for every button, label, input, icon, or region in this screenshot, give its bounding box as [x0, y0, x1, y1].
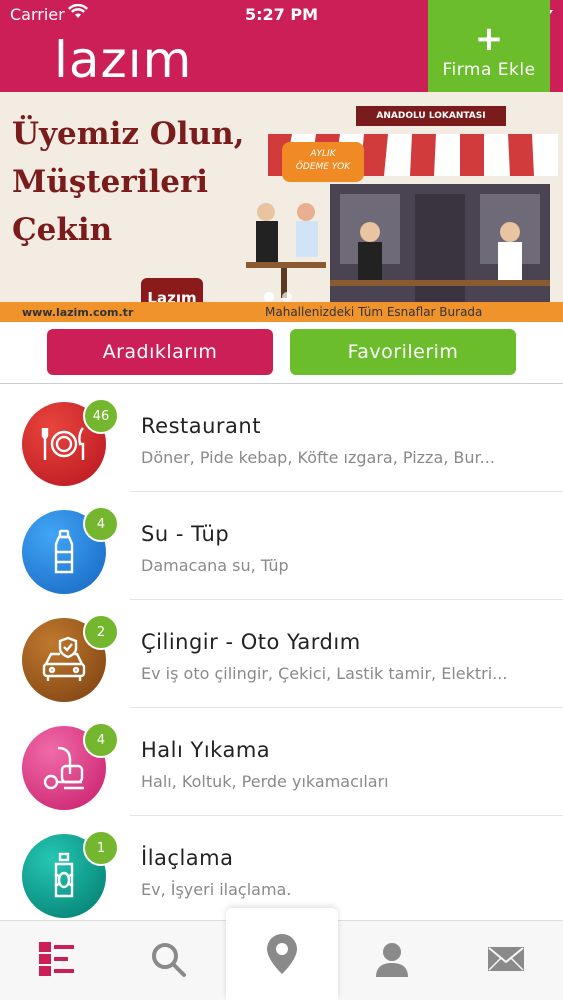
count-badge: 46 — [83, 398, 119, 434]
category-subtitle: Döner, Pide kebap, Köfte ızgara, Pizza, … — [141, 448, 495, 467]
mail-icon — [488, 947, 524, 971]
storefront-illustration — [330, 184, 550, 302]
spray-bug-icon — [54, 852, 74, 898]
car-shield-icon — [42, 636, 86, 681]
list-item[interactable]: 2 Çilingir - Oto Yardım Ev iş oto çiling… — [0, 600, 563, 708]
category-subtitle: Halı, Koltuk, Perde yıkamacıları — [141, 772, 389, 791]
list-item[interactable]: 46 Restaurant Döner, Pide kebap, Köfte ı… — [0, 384, 563, 492]
location-pin-icon — [267, 934, 297, 974]
favorites-button[interactable]: Favorilerim — [290, 329, 516, 375]
vacuum-cleaner-icon — [43, 746, 84, 790]
tab-profile[interactable] — [372, 939, 414, 981]
category-subtitle: Damacana su, Tüp — [141, 556, 289, 575]
list-icon — [39, 942, 74, 976]
banner-slogan: Mahallenizdeki Tüm Esnaflar Burada — [265, 305, 483, 319]
list-item[interactable]: 4 Halı Yıkama Halı, Koltuk, Perde yıkama… — [0, 708, 563, 816]
banner-footer: www.lazim.com.tr Mahallenizdeki Tüm Esna… — [0, 302, 563, 322]
category-title: İlaçlama — [141, 846, 234, 870]
count-badge: 4 — [83, 722, 119, 758]
category-subtitle: Ev, İşyeri ilaçlama. — [141, 880, 292, 899]
tab-map[interactable] — [226, 908, 338, 1000]
no-monthly-fee-tag: AYLIK ÖDEME YOK — [282, 142, 364, 182]
count-badge: 2 — [83, 614, 119, 650]
plate-cutlery-icon — [41, 427, 85, 460]
tab-messages[interactable] — [486, 939, 528, 981]
tab-list[interactable] — [37, 939, 79, 981]
tab-search[interactable] — [148, 939, 190, 981]
category-title: Halı Yıkama — [141, 738, 271, 762]
user-icon — [376, 943, 408, 977]
customers-illustration — [246, 203, 326, 298]
add-firm-label: Firma Ekle — [442, 60, 536, 80]
promo-banner[interactable]: Üyemiz Olun, Müşterileri Çekin ANADOLU L… — [0, 92, 563, 322]
carousel-dot[interactable] — [264, 292, 274, 302]
category-subtitle: Ev iş oto çilingir, Çekici, Lastik tamir… — [141, 664, 508, 683]
searches-button[interactable]: Aradıklarım — [47, 329, 273, 375]
app-logo: lazım — [54, 31, 193, 89]
category-title: Restaurant — [141, 414, 261, 438]
category-title: Çilingir - Oto Yardım — [141, 630, 361, 654]
restaurant-sign: ANADOLU LOKANTASI — [356, 106, 506, 126]
search-icon — [152, 943, 186, 977]
banner-url: www.lazim.com.tr — [22, 306, 134, 319]
count-badge: 1 — [83, 830, 119, 866]
water-bottle-icon — [54, 529, 74, 574]
list-item[interactable]: 1 İlaçlama Ev, İşyeri ilaçlama. — [0, 816, 563, 920]
category-list: 46 Restaurant Döner, Pide kebap, Köfte ı… — [0, 384, 563, 920]
filter-tabs: Aradıklarım Favorilerim — [0, 322, 563, 384]
banner-headline: Üyemiz Olun, Müşterileri Çekin — [12, 116, 245, 248]
carousel-dots — [264, 292, 292, 302]
count-badge: 4 — [83, 506, 119, 542]
category-title: Su - Tüp — [141, 522, 230, 546]
plus-icon: + — [474, 19, 504, 59]
carousel-dot[interactable] — [282, 292, 292, 302]
list-item[interactable]: 4 Su - Tüp Damacana su, Tüp — [0, 492, 563, 600]
